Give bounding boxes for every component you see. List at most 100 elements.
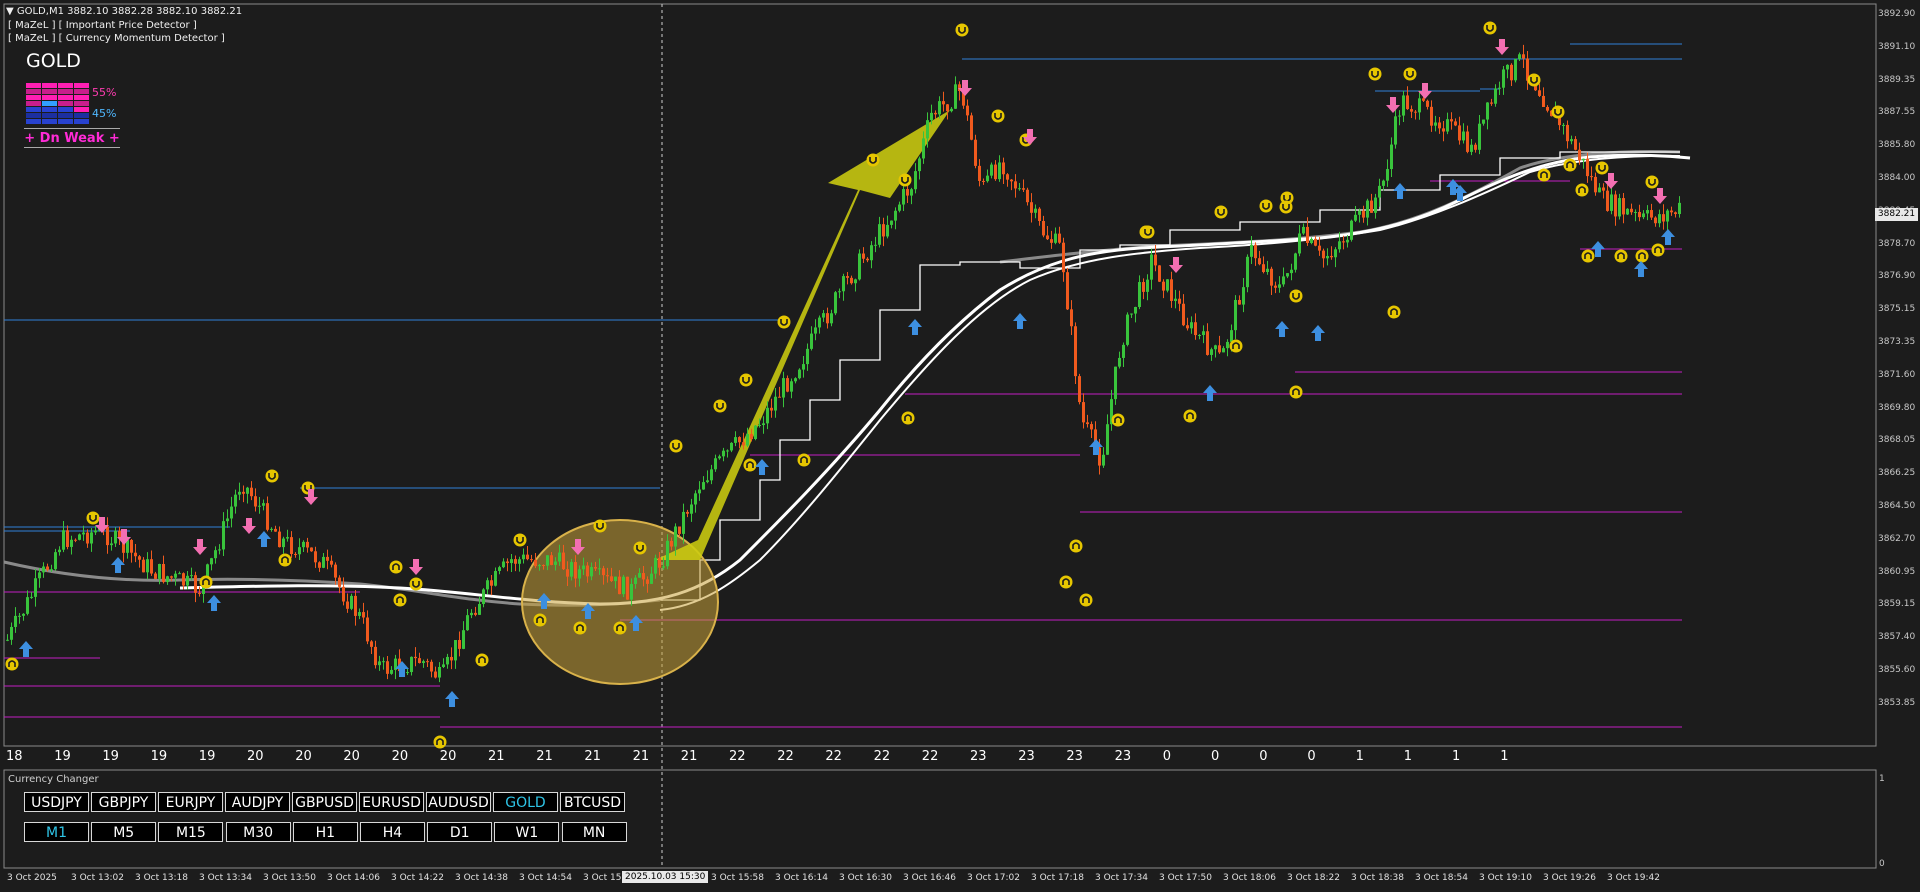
hour-label: 20 [391, 749, 409, 764]
candle-body [1654, 217, 1657, 224]
price-axis-label: 3855.60 [1878, 665, 1916, 675]
blue-up-arrow-icon [19, 641, 33, 657]
momentum-cell [42, 101, 57, 106]
candle-body [1126, 314, 1129, 345]
hour-label: 21 [584, 749, 601, 764]
candle-body [1010, 179, 1013, 182]
candle-body [990, 164, 993, 176]
momentum-cell [74, 101, 89, 106]
chart-area[interactable]: ▼ GOLD,M1 3882.10 3882.28 3882.10 3882.2… [0, 0, 1920, 892]
candle-body [894, 210, 897, 221]
timeframe-button-m5[interactable]: M5 [91, 822, 157, 842]
yellow-up-marker-icon [1614, 249, 1628, 263]
current-price-tag: 3882.21 [1875, 208, 1918, 221]
candle-body [826, 313, 829, 324]
timeframe-button-m15[interactable]: M15 [158, 822, 224, 842]
time-axis-label: 3 Oct 13:02 [71, 873, 124, 883]
candle-body [1330, 255, 1333, 258]
candle-body [1650, 210, 1653, 218]
yellow-down-marker-icon [513, 533, 527, 547]
candle-body [1378, 185, 1381, 198]
yellow-up-marker-icon [389, 560, 403, 574]
candle-body [810, 333, 813, 349]
symbol-button-gbpusd[interactable]: GBPUSD [292, 792, 357, 812]
candle-body [526, 554, 529, 560]
momentum-cell [26, 107, 41, 112]
candle-body [1106, 424, 1109, 455]
symbol-button-gold[interactable]: GOLD [493, 792, 558, 812]
momentum-cell [74, 107, 89, 112]
time-axis-label: 3 Oct 13:34 [199, 873, 252, 883]
yellow-up-marker-icon [1111, 413, 1125, 427]
time-axis-label: 3 Oct 17:02 [967, 873, 1020, 883]
candle-body [1222, 348, 1225, 353]
candle-body [182, 573, 185, 586]
price-axis-label: 3875.15 [1878, 304, 1916, 315]
candle-body [1522, 54, 1525, 59]
candle-body [1350, 220, 1353, 240]
candle-body [170, 576, 173, 578]
blue-up-arrow-icon [1275, 321, 1289, 337]
hour-label: 19 [198, 749, 216, 764]
time-axis-label: 3 Oct 17:34 [1095, 873, 1148, 883]
yellow-down-marker-icon [1289, 289, 1303, 303]
hour-label: 1 [1355, 749, 1364, 764]
candle-body [594, 567, 597, 569]
symbol-button-eurusd[interactable]: EURUSD [359, 792, 424, 812]
candle-body [658, 557, 661, 568]
pink-down-arrow-icon [1418, 83, 1432, 99]
symbol-button-usdjpy[interactable]: USDJPY [24, 792, 89, 812]
timeframe-button-h1[interactable]: H1 [292, 822, 358, 842]
candle-body [1538, 90, 1541, 96]
candle-body [618, 576, 621, 595]
yellow-down-marker-icon [1141, 225, 1155, 239]
timeframe-button-m30[interactable]: M30 [225, 822, 291, 842]
yellow-up-marker-icon [1289, 385, 1303, 399]
symbol-button-btcusd[interactable]: BTCUSD [560, 792, 625, 812]
timeframe-button-d1[interactable]: D1 [427, 822, 493, 842]
candle-body [1410, 109, 1413, 112]
symbol-button-gbpjpy[interactable]: GBPJPY [91, 792, 156, 812]
price-chart[interactable] [0, 0, 1920, 892]
candle-body [942, 101, 945, 105]
timeframe-button-mn[interactable]: MN [561, 822, 627, 842]
candle-body [30, 596, 33, 598]
candle-body [114, 530, 117, 544]
candle-body [358, 612, 361, 616]
candle-body [1258, 258, 1261, 265]
momentum-symbol-label: GOLD [26, 50, 81, 72]
symbol-button-audusd[interactable]: AUDUSD [426, 792, 491, 812]
candle-body [850, 277, 853, 284]
symbol-button-eurjpy[interactable]: EURJPY [158, 792, 223, 812]
candle-body [674, 526, 677, 547]
candle-body [1202, 331, 1205, 336]
timeframe-button-h4[interactable]: H4 [360, 822, 425, 842]
candle-body [1438, 122, 1441, 129]
candle-body [1578, 149, 1581, 161]
candle-body [1262, 264, 1265, 273]
momentum-cell [26, 83, 41, 88]
hour-label: 0 [1162, 749, 1172, 764]
candle-body [1338, 241, 1341, 250]
candle-body [26, 597, 29, 614]
candle-body [1562, 124, 1565, 126]
candle-body [774, 396, 777, 411]
timeframe-button-w1[interactable]: W1 [494, 822, 560, 842]
price-axis-label: 3876.90 [1878, 271, 1916, 282]
candle-body [898, 204, 901, 211]
price-axis-label: 3891.10 [1878, 41, 1916, 52]
candle-body [1154, 254, 1157, 266]
candle-body [14, 615, 17, 627]
yellow-down-marker-icon [1259, 199, 1273, 213]
candle-body [562, 552, 565, 570]
timeframe-button-m1[interactable]: M1 [24, 822, 89, 842]
candle-body [1050, 239, 1053, 243]
hour-label: 21 [632, 749, 650, 764]
candle-body [494, 570, 497, 586]
candle-body [1250, 244, 1253, 257]
candle-body [1370, 200, 1373, 213]
candle-body [1234, 299, 1237, 331]
symbol-button-audjpy[interactable]: AUDJPY [225, 792, 290, 812]
candle-body [866, 258, 869, 261]
candle-body [1166, 279, 1169, 291]
